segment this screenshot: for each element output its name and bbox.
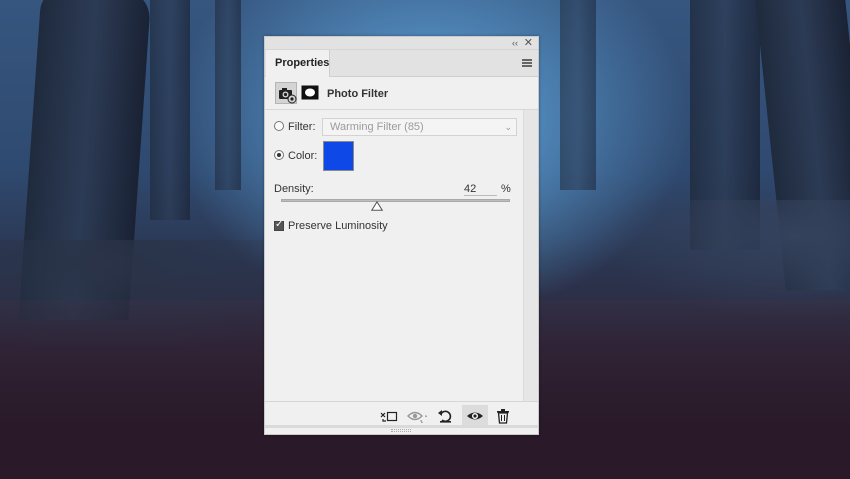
photo-filter-adjustment-icon[interactable] [275, 82, 297, 104]
adjustment-title: Photo Filter [327, 88, 389, 100]
eye-icon[interactable] [462, 405, 488, 427]
color-radio[interactable] [274, 150, 284, 160]
tree-trunk [215, 0, 241, 190]
density-input[interactable]: 42 [464, 183, 497, 196]
density-label: Density: [274, 183, 314, 195]
clip-to-layer-icon[interactable] [376, 405, 402, 427]
panel-tab-bar: Properties [265, 50, 538, 77]
reset-icon[interactable] [432, 405, 458, 427]
panel-resize-bar[interactable] [265, 425, 538, 428]
collapse-icon[interactable]: ‹‹ [512, 37, 518, 50]
panel-menu-icon[interactable] [522, 59, 532, 67]
view-previous-state-icon[interactable] [404, 405, 430, 427]
panel-scrollbar[interactable] [523, 110, 538, 402]
filter-radio[interactable] [274, 121, 284, 131]
density-slider-track[interactable] [281, 199, 510, 202]
preserve-luminosity-label: Preserve Luminosity [288, 220, 388, 232]
panel-resize-grip[interactable] [391, 429, 411, 432]
panel-titlebar[interactable]: ‹‹ ✕ [265, 37, 538, 50]
density-unit: % [501, 183, 511, 195]
tab-properties[interactable]: Properties [266, 50, 330, 77]
filter-select-value: Warming Filter (85) [330, 121, 424, 133]
filter-label: Filter: [288, 121, 316, 133]
properties-content: Filter: Warming Filter (85) ⌄ Color: Den… [265, 110, 538, 402]
tree-trunk [560, 0, 596, 190]
layer-mask-icon[interactable] [301, 85, 319, 100]
tree-trunk [150, 0, 190, 220]
density-slider-thumb[interactable] [371, 200, 384, 211]
close-icon[interactable]: ✕ [524, 37, 533, 50]
adjustment-header: Photo Filter [265, 77, 538, 110]
chevron-down-icon: ⌄ [504, 122, 512, 132]
trash-icon[interactable] [490, 405, 516, 427]
properties-panel: ‹‹ ✕ Properties Photo Filter Filter: War… [264, 36, 539, 435]
color-swatch[interactable] [323, 141, 354, 171]
preserve-luminosity-checkbox[interactable] [274, 219, 284, 231]
filter-select[interactable]: Warming Filter (85) ⌄ [322, 118, 517, 136]
color-label: Color: [288, 150, 318, 162]
